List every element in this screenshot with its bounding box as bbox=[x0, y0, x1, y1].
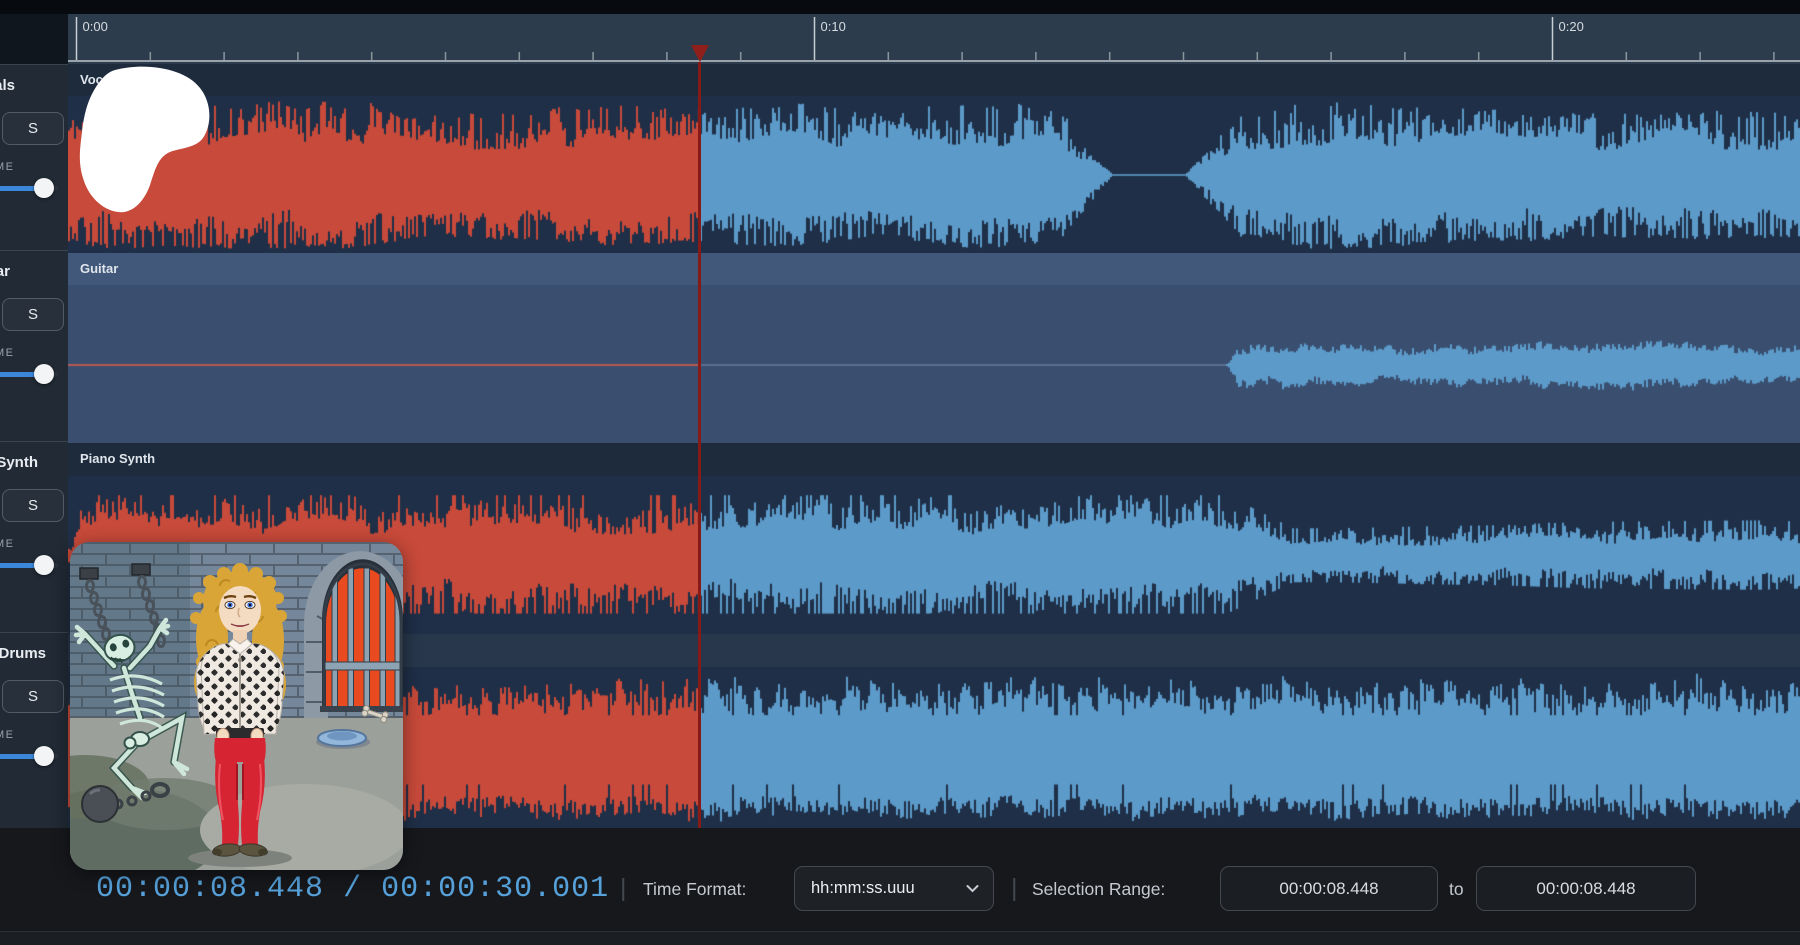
track-header-label: Guitar bbox=[80, 261, 118, 276]
divider: | bbox=[620, 874, 627, 903]
total-duration: 00:00:30.001 bbox=[381, 872, 609, 906]
solo-button[interactable]: S bbox=[2, 489, 64, 522]
time-format-label: Time Format: bbox=[643, 879, 746, 900]
track-name-label: Piano Synth bbox=[0, 454, 38, 471]
track-header-piano-synth[interactable]: Piano Synth bbox=[68, 443, 1800, 476]
playhead-marker[interactable] bbox=[691, 45, 709, 62]
track-panel-drums: Drums S VOLUME bbox=[0, 632, 68, 828]
slider-thumb[interactable] bbox=[34, 555, 54, 575]
waveform-canvas-guitar[interactable] bbox=[68, 285, 1800, 443]
track-panel-vocals: Vocals S VOLUME bbox=[0, 64, 68, 250]
track-header-guitar[interactable]: Guitar bbox=[68, 253, 1800, 285]
playhead-line[interactable] bbox=[698, 62, 701, 828]
annotation-blob bbox=[60, 55, 230, 225]
timeline-ruler[interactable]: 0:00 0:10 0:20 bbox=[68, 14, 1800, 64]
time-separator: / bbox=[343, 872, 362, 906]
prison-gate bbox=[306, 559, 403, 718]
bottom-strip bbox=[0, 932, 1800, 945]
character-sticker-image bbox=[70, 542, 403, 870]
solo-button[interactable]: S bbox=[2, 298, 64, 331]
volume-slider[interactable] bbox=[0, 746, 62, 766]
track-body-guitar bbox=[68, 285, 1800, 443]
ball-and-chain bbox=[82, 786, 118, 822]
divider: | bbox=[1011, 874, 1018, 903]
solo-button[interactable]: S bbox=[2, 680, 64, 713]
volume-label: VOLUME bbox=[0, 538, 14, 550]
audio-editor-app: 0:00 0:10 0:20 Vocals S VOLUME Guitar S VO… bbox=[0, 0, 1800, 945]
volume-slider[interactable] bbox=[0, 364, 62, 384]
ruler-label: 0:00 bbox=[83, 19, 108, 34]
track-control-panel: Vocals S VOLUME Guitar S VOLUME Piano Sy… bbox=[0, 64, 68, 828]
ruler-label: 0:20 bbox=[1559, 19, 1584, 34]
slider-thumb[interactable] bbox=[34, 364, 54, 384]
time-readout: 00:00:08.448 / 00:00:30.001 bbox=[96, 872, 609, 906]
volume-label: VOLUME bbox=[0, 729, 14, 741]
volume-slider[interactable] bbox=[0, 555, 62, 575]
current-time: 00:00:08.448 bbox=[96, 872, 324, 906]
selection-range-label: Selection Range: bbox=[1032, 879, 1165, 900]
selection-end-input[interactable] bbox=[1476, 866, 1696, 911]
time-format-value: hh:mm:ss.uuu bbox=[811, 879, 915, 898]
volume-label: VOLUME bbox=[0, 161, 14, 173]
time-format-dropdown[interactable]: hh:mm:ss.uuu bbox=[794, 866, 994, 911]
slider-thumb[interactable] bbox=[34, 746, 54, 766]
track-name-label: Drums bbox=[0, 645, 46, 662]
volume-slider[interactable] bbox=[0, 178, 62, 198]
track-name-label: Guitar bbox=[0, 263, 10, 280]
volume-label: VOLUME bbox=[0, 347, 14, 359]
to-label: to bbox=[1449, 879, 1464, 900]
solo-button[interactable]: S bbox=[2, 112, 64, 145]
window-top-bar bbox=[0, 0, 1800, 14]
food-dish bbox=[318, 730, 366, 746]
track-header-vocals[interactable]: Vocals bbox=[68, 64, 1800, 96]
track-header-label: Piano Synth bbox=[80, 451, 155, 466]
chevron-down-icon bbox=[966, 884, 979, 893]
track-name-label: Vocals bbox=[0, 77, 15, 94]
ruler-label: 0:10 bbox=[821, 19, 846, 34]
ruler-corner bbox=[0, 14, 68, 64]
track-body-vocals bbox=[68, 96, 1800, 253]
selection-start-input[interactable] bbox=[1220, 866, 1438, 911]
slider-thumb[interactable] bbox=[34, 178, 54, 198]
track-panel-piano-synth: Piano Synth S VOLUME bbox=[0, 441, 68, 632]
waveform-canvas-vocals[interactable] bbox=[68, 96, 1800, 253]
track-panel-guitar: Guitar S VOLUME bbox=[0, 250, 68, 441]
ruler-ticks: 0:00 0:10 0:20 bbox=[68, 14, 1800, 64]
